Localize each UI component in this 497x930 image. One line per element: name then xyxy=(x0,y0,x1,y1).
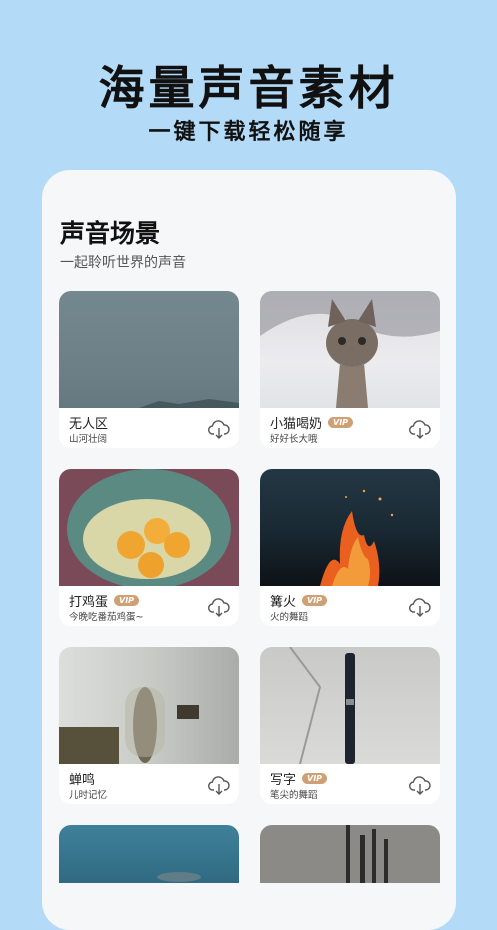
card-image xyxy=(59,825,239,883)
card-title: 写字 VIP xyxy=(270,769,328,788)
card-title: 无人区 xyxy=(69,417,109,432)
card-subtitle: 山河壮阔 xyxy=(69,434,108,445)
card-image xyxy=(59,647,239,764)
download-cloud-icon[interactable] xyxy=(207,773,231,797)
vip-badge: VIP xyxy=(114,595,140,606)
card-title: 小猫喝奶 VIP xyxy=(270,413,354,432)
sound-card-kitten-milk[interactable]: 小猫喝奶 VIP 好好长大哦 xyxy=(260,291,440,448)
vip-badge: VIP xyxy=(302,773,328,784)
download-cloud-icon[interactable] xyxy=(408,417,432,441)
sound-card-bonfire[interactable]: 篝火 VIP 火的舞蹈 xyxy=(260,469,440,626)
card-image xyxy=(260,291,440,408)
sound-card-cicada[interactable]: 蝉鸣 儿时记忆 xyxy=(59,647,239,804)
sound-card-beat-eggs[interactable]: 打鸡蛋 VIP 今晚吃番茄鸡蛋~ xyxy=(59,469,239,626)
download-cloud-icon[interactable] xyxy=(408,773,432,797)
vip-badge: VIP xyxy=(302,595,328,606)
card-title: 篝火 VIP xyxy=(270,591,328,610)
card-image xyxy=(260,825,440,883)
card-subtitle: 儿时记忆 xyxy=(69,790,108,801)
card-subtitle: 今晚吃番茄鸡蛋~ xyxy=(69,612,144,623)
section-title: 声音场景 xyxy=(60,219,161,248)
vip-badge: VIP xyxy=(328,417,354,428)
card-image xyxy=(59,469,239,586)
card-title: 蝉鸣 xyxy=(69,773,96,788)
sound-card-partial[interactable] xyxy=(260,825,440,883)
sound-card-writing[interactable]: 写字 VIP 笔尖的舞蹈 xyxy=(260,647,440,804)
card-image xyxy=(260,469,440,586)
card-image xyxy=(59,291,239,408)
card-image xyxy=(260,647,440,764)
download-cloud-icon[interactable] xyxy=(408,595,432,619)
hero-title: 海量声音素材 xyxy=(98,61,399,115)
section-subtitle: 一起聆听世界的声音 xyxy=(60,255,186,271)
download-cloud-icon[interactable] xyxy=(207,417,231,441)
hero-subtitle: 一键下载轻松随享 xyxy=(148,120,349,145)
card-subtitle: 火的舞蹈 xyxy=(270,612,309,623)
card-subtitle: 好好长大哦 xyxy=(270,434,318,445)
card-title: 打鸡蛋 VIP xyxy=(69,591,140,610)
download-cloud-icon[interactable] xyxy=(207,595,231,619)
sound-card-partial[interactable] xyxy=(59,825,239,883)
card-subtitle: 笔尖的舞蹈 xyxy=(270,790,318,801)
sound-card-no-mans-land[interactable]: 无人区 山河壮阔 xyxy=(59,291,239,448)
